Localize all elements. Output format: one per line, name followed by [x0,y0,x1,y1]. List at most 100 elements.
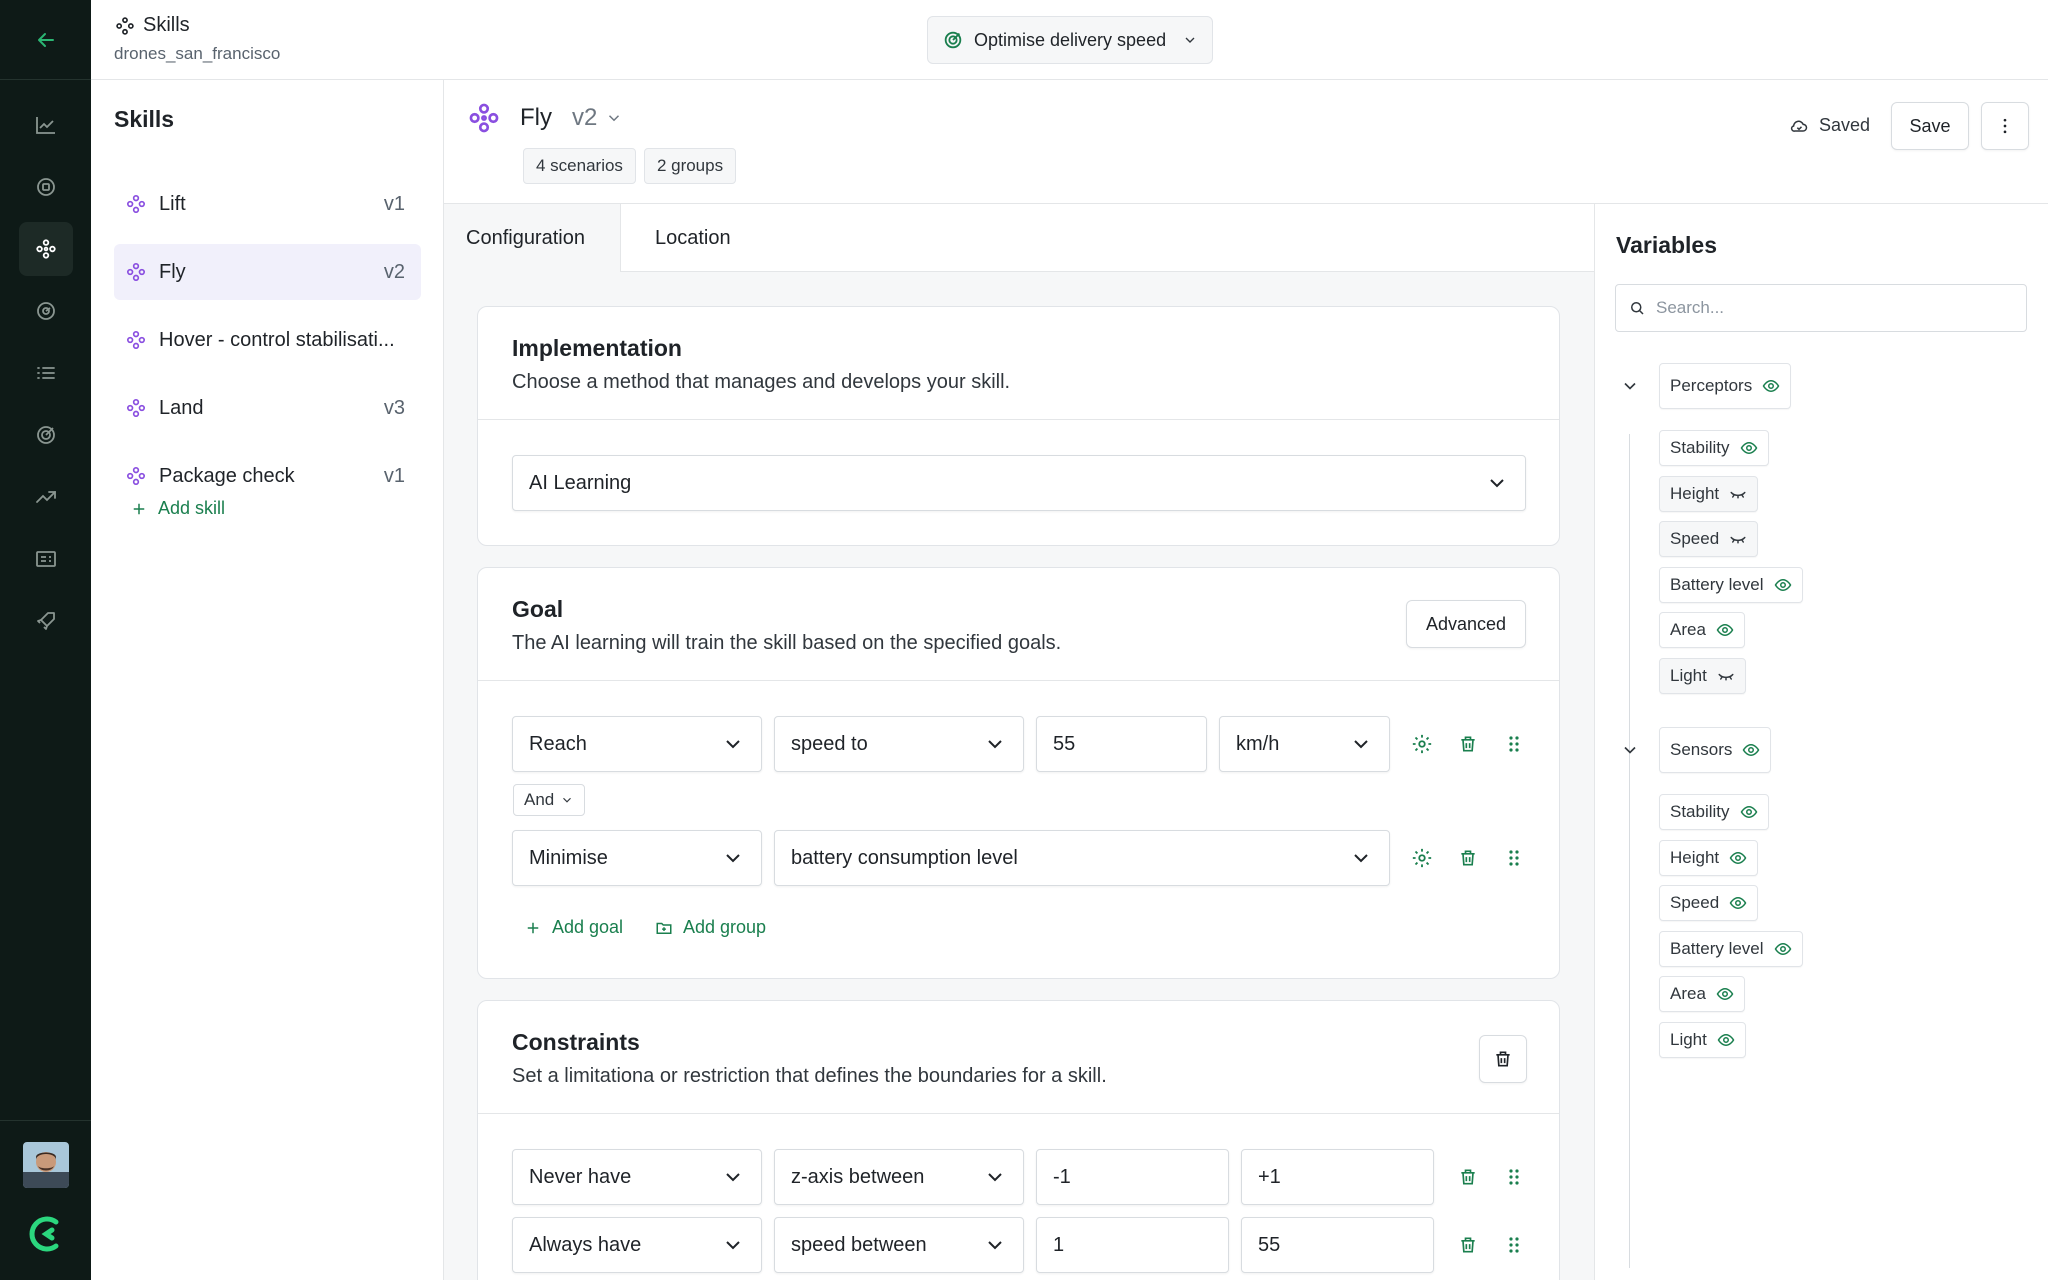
perceptor-area[interactable]: Area [1659,612,1745,648]
goal-connector-select[interactable]: And [513,784,586,816]
sensor-battery-level[interactable]: Battery level [1659,931,1803,967]
constraint1-mode-select[interactable]: Never have [512,1149,762,1205]
skill-item-hover[interactable]: Hover - control stabilisati... [114,312,421,368]
perceptors-group-tag[interactable]: Perceptors [1659,363,1792,409]
variables-title: Variables [1616,232,1718,258]
version-select[interactable]: v2 [572,104,623,132]
goal-action-select[interactable]: Reach [512,716,762,772]
sensor-area[interactable]: Area [1659,976,1745,1012]
sensors-tree-line [1629,798,1630,1268]
perceptor-speed[interactable]: Speed [1659,521,1759,557]
rail-analytics[interactable] [19,98,73,152]
constraint2-metric-select[interactable]: speed between [774,1217,1024,1273]
goal-value-input[interactable]: 55 [1036,716,1207,772]
goal-delete-button[interactable] [1456,732,1480,756]
constraint2-max-input[interactable]: 55 [1241,1217,1434,1273]
skill-item-lift[interactable]: Lift v1 [114,176,421,232]
variable-name: Height [1670,848,1720,867]
perceptor-height[interactable]: Height [1659,476,1759,512]
goal2-action-select[interactable]: Minimise [512,830,762,886]
rail-list[interactable] [19,346,73,400]
skill-name: Package check [159,464,295,487]
constraint1-max-input[interactable]: +1 [1241,1149,1434,1205]
folder-plus-icon [656,922,672,934]
constraint1-metric-select[interactable]: z-axis between [774,1149,1024,1205]
brand-logo[interactable] [26,1214,66,1254]
perceptor-stability[interactable]: Stability [1659,430,1769,466]
goal2-delete-button[interactable] [1456,846,1480,870]
add-group-label: Add group [683,917,767,937]
variable-name: Area [1670,620,1706,639]
scenarios-chip[interactable]: 4 scenarios [523,148,636,184]
chevron-down-icon [1490,479,1504,488]
skills-icon [116,16,134,35]
skill-item-fly[interactable]: Fly v2 [114,244,421,300]
user-avatar[interactable] [23,1142,69,1188]
saved-status: Saved [1789,115,1870,136]
perceptors-label: Perceptors [1670,376,1753,395]
chevron-down-icon [988,740,1002,749]
more-options-button[interactable] [1981,102,2029,150]
goal-settings-button[interactable] [1410,732,1434,756]
eye-closed-icon [1730,536,1746,544]
configuration-content: Implementation Choose a method that mana… [444,272,1594,1280]
constraint1-mode-value: Never have [529,1165,632,1188]
tab-configuration[interactable]: Configuration [444,204,621,272]
variables-search-input[interactable]: Search... [1615,284,2027,332]
groups-chip[interactable]: 2 groups [643,148,737,184]
perceptors-collapse-icon[interactable] [1620,376,1640,396]
back-arrow-icon[interactable] [34,28,58,52]
constraint2-drag-handle[interactable] [1502,1233,1526,1257]
sensors-collapse-icon[interactable] [1620,740,1640,760]
constraint2-min-input[interactable]: 1 [1036,1217,1229,1273]
more-vertical-icon [2003,118,2007,134]
eye-closed-icon [1718,673,1734,681]
goal-select[interactable]: Optimise delivery speed [927,16,1213,64]
sensor-height[interactable]: Height [1659,840,1759,876]
rail-deploy[interactable] [19,594,73,648]
tab-location[interactable]: Location [621,204,771,272]
rail-top [0,0,91,80]
perceptor-battery-level[interactable]: Battery level [1659,567,1803,603]
goal2-metric-select[interactable]: battery consumption level [774,830,1390,886]
header-title-row: Skills [115,14,190,37]
constraint1-drag-handle[interactable] [1502,1165,1526,1189]
rail-goals[interactable] [19,408,73,462]
constraints-delete-button[interactable] [1479,1035,1527,1083]
implementation-method-select[interactable]: AI Learning [512,455,1526,511]
goal-unit-select[interactable]: km/h [1219,716,1390,772]
rail-skills[interactable] [19,222,73,276]
goal2-settings-button[interactable] [1410,846,1434,870]
skill-item-land[interactable]: Land v3 [114,380,421,436]
constraint2-mode-select[interactable]: Always have [512,1217,762,1273]
trash-icon [1461,1237,1475,1253]
add-group-button[interactable]: Add group [655,917,766,938]
goal-drag-handle[interactable] [1502,732,1526,756]
sensors-label: Sensors [1670,740,1733,759]
sensor-stability[interactable]: Stability [1659,794,1769,830]
perceptor-light[interactable]: Light [1659,658,1746,694]
rail-divider [0,1120,91,1121]
sensors-group-tag[interactable]: Sensors [1659,727,1772,773]
chevron-down-icon [563,797,572,803]
constraint2-delete-button[interactable] [1456,1233,1480,1257]
sensor-speed[interactable]: Speed [1659,885,1759,921]
save-button[interactable]: Save [1891,102,1969,150]
constraint1-delete-button[interactable] [1456,1165,1480,1189]
skill-title: Fly [520,104,552,131]
rail-reports[interactable] [19,532,73,586]
rail-trends[interactable] [19,470,73,524]
skill-item-package-check[interactable]: Package check v1 [114,448,421,504]
add-goal-button[interactable]: Add goal [524,917,623,938]
variable-name: Light [1670,666,1707,685]
line-chart-icon [36,117,55,134]
goal2-drag-handle[interactable] [1502,846,1526,870]
advanced-button[interactable]: Advanced [1406,600,1526,648]
goal-metric-select[interactable]: speed to [774,716,1024,772]
rail-drone[interactable] [19,160,73,214]
add-skill-button[interactable]: Add skill [130,498,225,519]
sensor-light[interactable]: Light [1659,1022,1746,1058]
rail-scenarios[interactable] [19,284,73,338]
trash-icon [1496,1051,1510,1067]
constraint1-min-input[interactable]: -1 [1036,1149,1229,1205]
